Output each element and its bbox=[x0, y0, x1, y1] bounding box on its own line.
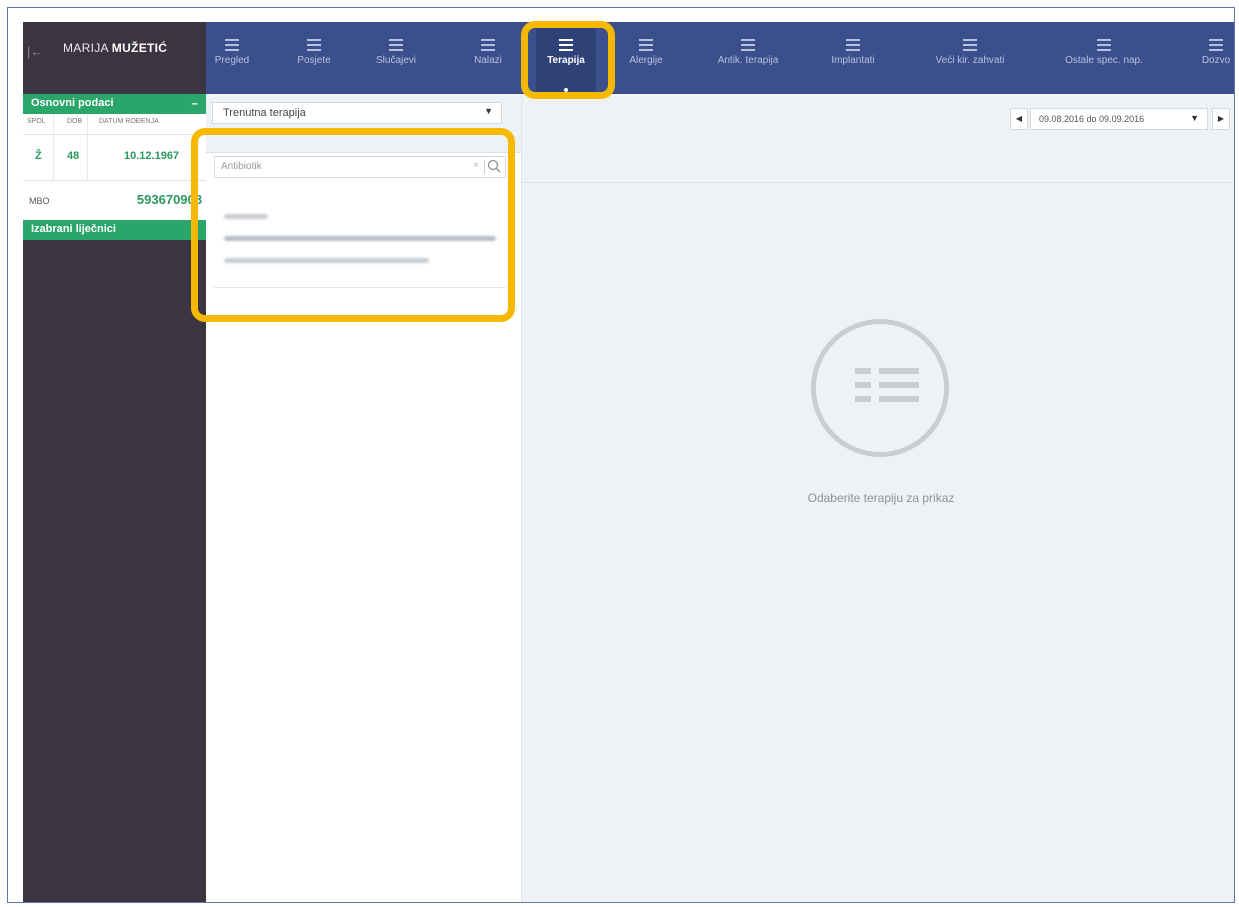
empty-state-list-icon bbox=[811, 319, 949, 457]
age-value: 48 bbox=[67, 150, 80, 162]
date-range-select[interactable]: 09.08.2016 do 09.09.2016 ▼ bbox=[1030, 108, 1208, 130]
date-range-value: 09.08.2016 do 09.09.2016 bbox=[1039, 114, 1145, 124]
tab-ostale-spec-nap[interactable]: Ostale spec. nap. bbox=[1054, 22, 1154, 94]
tab-pregled[interactable]: Pregled bbox=[206, 22, 258, 94]
patient-name: MARIJA MUŽETIĆ bbox=[63, 41, 167, 55]
tab-posjete[interactable]: Posjete bbox=[286, 22, 342, 94]
highlight-terapija-tab bbox=[521, 21, 615, 99]
tab-label: Posjete bbox=[297, 55, 331, 66]
sex-value: Ž bbox=[35, 150, 42, 162]
list-icon bbox=[225, 39, 239, 51]
therapy-filter-select[interactable]: Trenutna terapija ▼ bbox=[212, 102, 502, 124]
chosen-doctors-section-header[interactable]: Izabrani liječnici + bbox=[23, 220, 206, 240]
tab-label: Ostale spec. nap. bbox=[1065, 55, 1143, 66]
list-icon bbox=[963, 39, 977, 51]
detail-toolbar bbox=[522, 150, 1234, 183]
birth-date-header: DATUM ROĐENJA bbox=[99, 118, 159, 125]
sidebar-collapse-icon[interactable]: |← bbox=[27, 44, 43, 59]
tab-nalazi[interactable]: Nalazi bbox=[468, 22, 508, 94]
list-icon bbox=[639, 39, 653, 51]
tab-label: Nalazi bbox=[474, 55, 502, 66]
list-icon bbox=[1209, 39, 1223, 51]
tab-alergije[interactable]: Alergije bbox=[618, 22, 674, 94]
tab-implantati[interactable]: Implantati bbox=[818, 22, 888, 94]
list-icon bbox=[307, 39, 321, 51]
tab-antik-terapija[interactable]: Antik. terapija bbox=[698, 22, 798, 94]
tab-dozvole[interactable]: Dozvo bbox=[1192, 22, 1234, 94]
tab-label: Implantati bbox=[831, 55, 875, 66]
patient-first-name: MARIJA bbox=[63, 41, 109, 55]
tab-label: Alergije bbox=[629, 55, 663, 66]
basic-data-section-header[interactable]: Osnovni podaci – bbox=[23, 94, 206, 114]
list-icon bbox=[741, 39, 755, 51]
tab-slucajevi[interactable]: Slučajevi bbox=[366, 22, 426, 94]
patient-sidebar: |← MARIJA MUŽETIĆ Osnovni podaci – SPOL … bbox=[23, 22, 206, 902]
tab-label: Slučajevi bbox=[375, 55, 417, 66]
tab-label: Veći kir. zahvati bbox=[935, 55, 1005, 66]
age-header: DOB bbox=[67, 118, 83, 125]
next-period-button[interactable]: ▶ bbox=[1212, 108, 1230, 130]
list-icon bbox=[1097, 39, 1111, 51]
top-navigation: Pregled Posjete Slučajevi Nalazi Terapij… bbox=[206, 22, 1234, 94]
tab-veci-kir-zahvati[interactable]: Veći kir. zahvati bbox=[920, 22, 1020, 94]
list-icon bbox=[481, 39, 495, 51]
list-icon bbox=[846, 39, 860, 51]
birth-date-value: 10.12.1967 bbox=[124, 150, 180, 162]
screenshot-frame: |← MARIJA MUŽETIĆ Osnovni podaci – SPOL … bbox=[7, 7, 1235, 903]
patient-last-name: MUŽETIĆ bbox=[111, 41, 168, 55]
tab-label: Pregled bbox=[214, 55, 250, 66]
therapy-filter-value: Trenutna terapija bbox=[223, 107, 306, 119]
therapy-detail-panel: ◀ 09.08.2016 do 09.09.2016 ▼ ▶ Odaberite… bbox=[522, 94, 1234, 902]
dropdown-arrow-icon: ▼ bbox=[484, 106, 493, 116]
chosen-doctors-title: Izabrani liječnici bbox=[31, 223, 116, 235]
tab-label: Dozvo bbox=[1201, 55, 1231, 66]
empty-state-message: Odaberite terapiju za prikaz bbox=[807, 491, 955, 505]
mbo-label: MBO bbox=[29, 196, 50, 206]
basic-data-title: Osnovni podaci bbox=[31, 97, 114, 109]
highlight-therapy-list bbox=[191, 128, 515, 322]
collapse-toggle-icon[interactable]: – bbox=[191, 96, 198, 110]
date-filter-bar: ◀ 09.08.2016 do 09.09.2016 ▼ ▶ bbox=[522, 94, 1234, 151]
chevron-down-icon: ▼ bbox=[1190, 113, 1199, 123]
basic-data-panel: SPOL DOB DATUM ROĐENJA Ž 48 10.12.1967 M… bbox=[23, 114, 206, 220]
patient-header: |← MARIJA MUŽETIĆ bbox=[23, 22, 206, 94]
list-icon bbox=[389, 39, 403, 51]
prev-period-button[interactable]: ◀ bbox=[1010, 108, 1028, 130]
tab-label: Antik. terapija bbox=[717, 55, 779, 66]
sex-header: SPOL bbox=[27, 118, 46, 125]
